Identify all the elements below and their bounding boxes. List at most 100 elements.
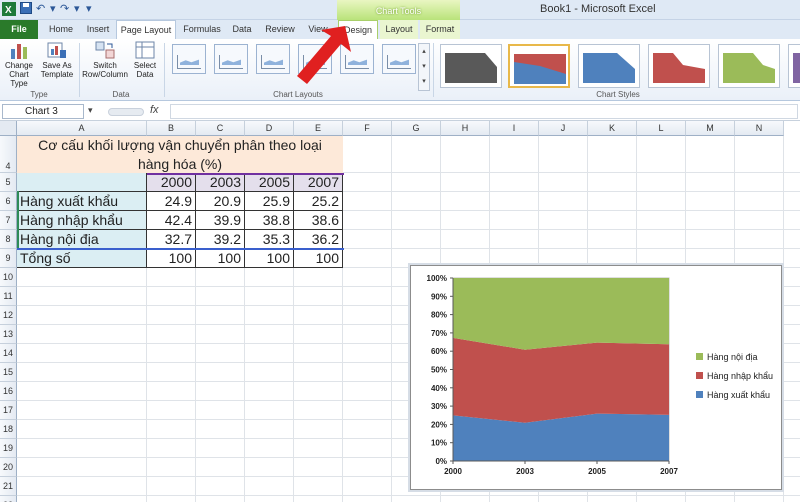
type-group-label: Type [30,90,48,99]
row-label-cell[interactable]: Hàng nhập khẩu [17,211,147,230]
column-header-m[interactable]: M [686,121,735,136]
tab-file[interactable]: File [0,20,38,39]
chart-style-6[interactable] [788,44,800,88]
column-header-b[interactable]: B [147,121,196,136]
row-label-cell[interactable]: Hàng xuất khẩu [17,192,147,211]
data-cell[interactable]: 32.7 [147,230,196,249]
fx-icon[interactable]: fx [150,104,159,116]
column-header-h[interactable]: H [441,121,490,136]
row-header-18[interactable]: 18 [0,420,17,439]
column-header-g[interactable]: G [392,121,441,136]
formula-input[interactable] [170,104,798,119]
change-chart-type-button[interactable]: Change Chart Type [2,41,36,88]
chart-object[interactable]: 0% 10% 20% 30% 40% 50% 60% 70% 80% 90% 100% 2000 200… [410,265,782,490]
column-header-c[interactable]: C [196,121,245,136]
data-cell[interactable]: 24.9 [147,192,196,211]
data-cell[interactable]: 39.2 [196,230,245,249]
chart-style-5[interactable] [718,44,780,88]
row-label-cell[interactable]: Tổng số [17,249,147,268]
redo-icon[interactable]: ↷ [60,2,69,15]
chart-style-3[interactable] [578,44,640,88]
column-header-d[interactable]: D [245,121,294,136]
y-tick-label: 0% [435,457,447,466]
column-header-n[interactable]: N [735,121,784,136]
tab-data[interactable]: Data [226,20,258,39]
data-cell[interactable]: 39.9 [196,211,245,230]
row-header-4[interactable]: 4 [0,136,17,173]
data-cell[interactable]: 100 [294,249,343,268]
data-cell[interactable]: 20.9 [196,192,245,211]
column-header-e[interactable]: E [294,121,343,136]
chart-styles-group-label: Chart Styles [596,90,640,99]
column-header-j[interactable]: J [539,121,588,136]
column-header-k[interactable]: K [588,121,637,136]
column-header-a[interactable]: A [17,121,147,136]
column-header-f[interactable]: F [343,121,392,136]
name-box-dropdown-icon[interactable]: ▾ [88,105,93,116]
data-cell[interactable]: 35.3 [245,230,294,249]
customize-toolbar-icon[interactable]: ▾ [86,2,92,15]
row-header-16[interactable]: 16 [0,382,17,401]
legend-label: Hàng nhập khẩu [707,371,773,381]
area-series-1 [453,413,669,461]
row-header-11[interactable]: 11 [0,287,17,306]
row-header-21[interactable]: 21 [0,477,17,496]
row-header-14[interactable]: 14 [0,344,17,363]
layouts-gallery-scroll[interactable]: ▴ ▾ ▾ [418,43,430,91]
chevron-down-icon[interactable]: ▾ [74,2,80,15]
row-header-7[interactable]: 7 [0,211,17,230]
row-label-cell[interactable]: Hàng nội địa [17,230,147,249]
year-header-cell[interactable]: 2007 [294,173,343,192]
tab-layout[interactable]: Layout [380,20,418,39]
tab-page-layout[interactable]: Page Layout [116,20,176,39]
year-header-blank[interactable] [17,173,147,192]
row-header-15[interactable]: 15 [0,363,17,382]
row-header-10[interactable]: 10 [0,268,17,287]
row-header-6[interactable]: 6 [0,192,17,211]
data-cell[interactable]: 25.2 [294,192,343,211]
undo-icon[interactable]: ↶ [36,2,45,15]
row-header-5[interactable]: 5 [0,173,17,192]
chart-layout-2[interactable] [214,44,248,74]
row-header-22[interactable]: 22 [0,496,17,502]
name-box[interactable]: Chart 3 [2,104,84,119]
data-cell[interactable]: 36.2 [294,230,343,249]
formula-bar-resize-handle[interactable] [108,108,144,116]
data-cell[interactable]: 25.9 [245,192,294,211]
y-tick-label: 20% [431,420,447,429]
chart-style-4[interactable] [648,44,710,88]
column-header-l[interactable]: L [637,121,686,136]
row-header-9[interactable]: 9 [0,249,17,268]
table-title-cell[interactable]: Cơ cấu khối lượng vận chuyển phân theo l… [17,136,343,173]
year-header-cell[interactable]: 2003 [196,173,245,192]
data-cell[interactable]: 38.8 [245,211,294,230]
select-data-button[interactable]: Select Data [130,41,160,79]
tab-format[interactable]: Format [420,20,460,39]
column-header-i[interactable]: I [490,121,539,136]
data-cell[interactable]: 42.4 [147,211,196,230]
switch-row-column-button[interactable]: Switch Row/Column [82,41,128,79]
tab-insert[interactable]: Insert [82,20,114,39]
tab-formulas[interactable]: Formulas [180,20,224,39]
data-cell[interactable]: 100 [147,249,196,268]
save-icon[interactable] [20,2,32,17]
row-header-13[interactable]: 13 [0,325,17,344]
chart-style-1[interactable] [440,44,502,88]
chart-style-2[interactable] [508,44,570,88]
data-cell[interactable]: 38.6 [294,211,343,230]
chart-layout-6[interactable] [382,44,416,74]
data-cell[interactable]: 100 [196,249,245,268]
row-header-19[interactable]: 19 [0,439,17,458]
row-header-17[interactable]: 17 [0,401,17,420]
chart-layout-1[interactable] [172,44,206,74]
tab-home[interactable]: Home [42,20,80,39]
row-header-12[interactable]: 12 [0,306,17,325]
chevron-down-icon[interactable]: ▾ [50,2,56,15]
row-header-8[interactable]: 8 [0,230,17,249]
save-as-template-button[interactable]: Save As Template [38,41,76,79]
row-header-20[interactable]: 20 [0,458,17,477]
year-header-cell[interactable]: 2005 [245,173,294,192]
select-all-corner[interactable] [0,121,17,136]
data-cell[interactable]: 100 [245,249,294,268]
year-header-cell[interactable]: 2000 [147,173,196,192]
